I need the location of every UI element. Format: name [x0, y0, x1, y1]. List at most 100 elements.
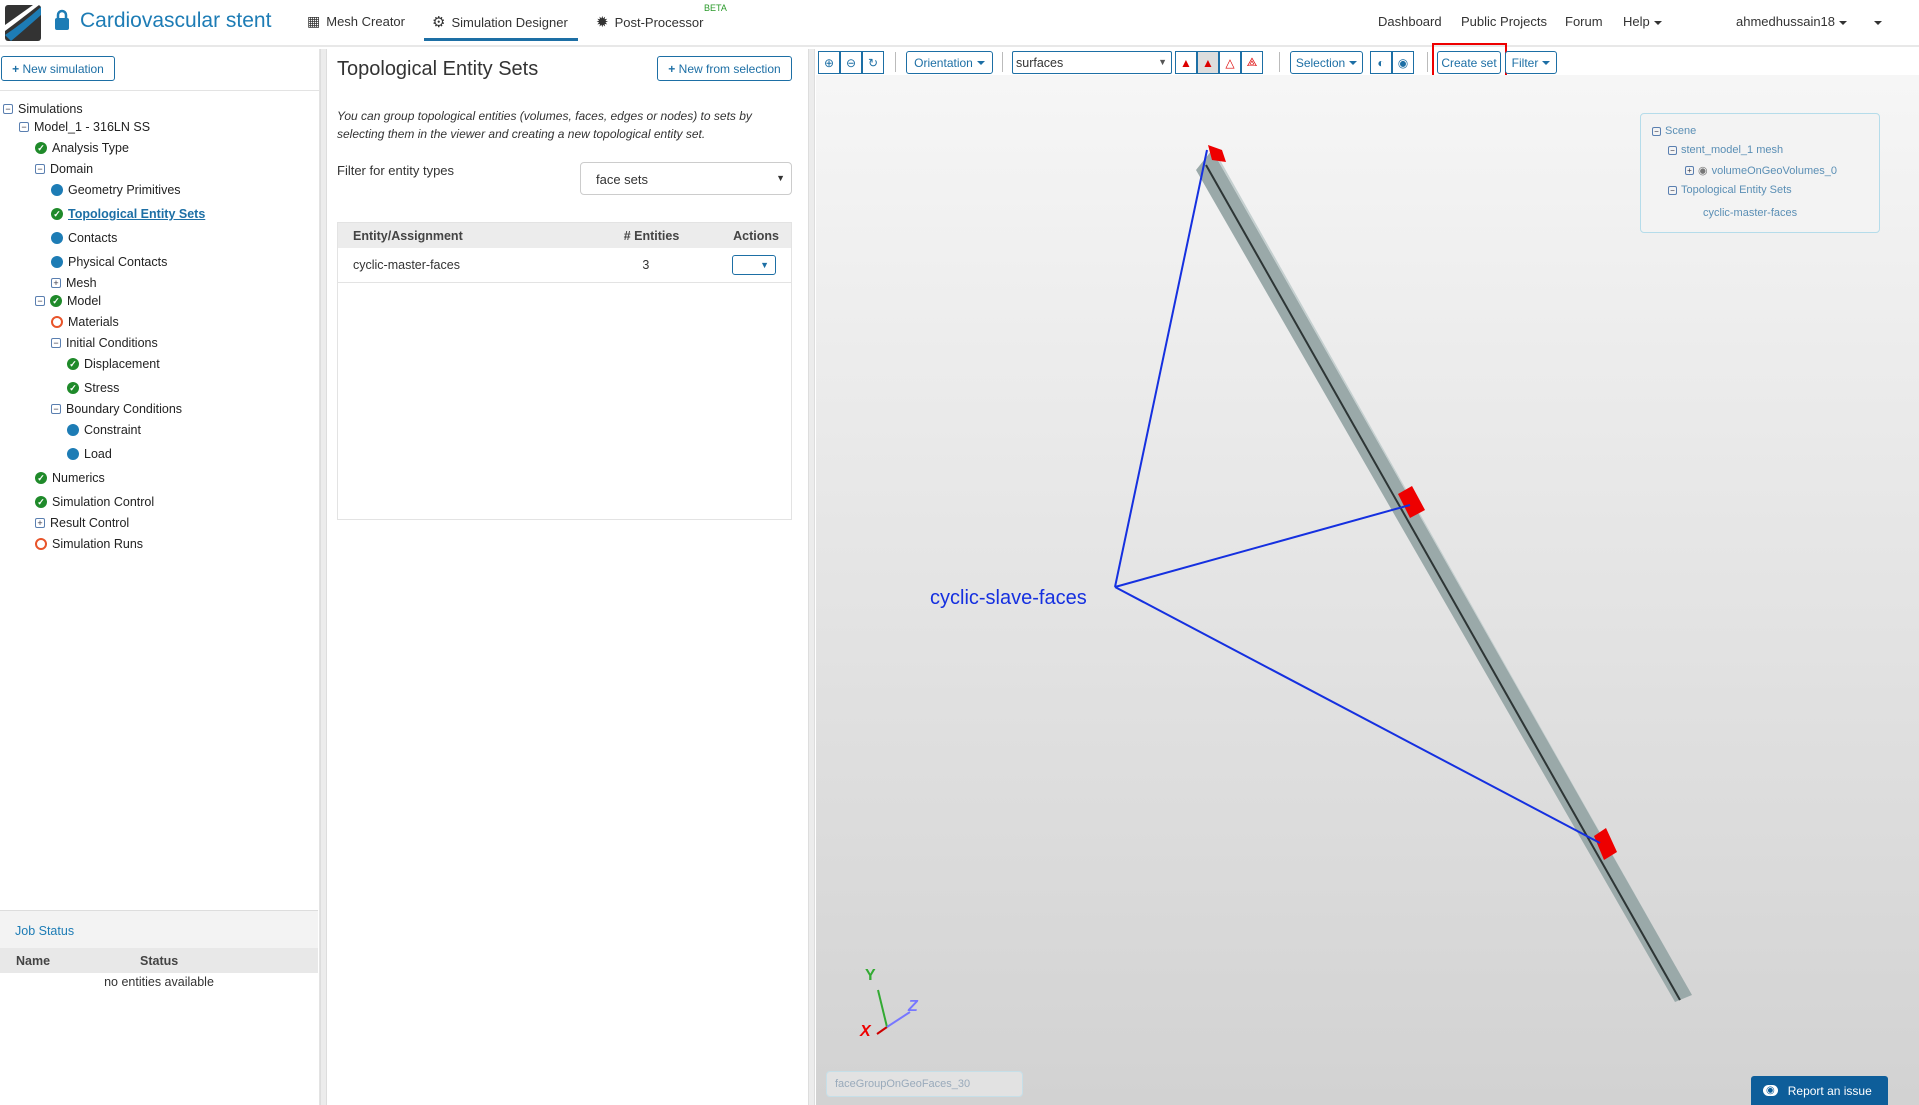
extra-menu[interactable] — [1870, 14, 1882, 29]
tree-label: Model — [67, 294, 102, 308]
tree-model1[interactable]: − Model_1 - 316LN SS — [19, 120, 150, 134]
set-name-input[interactable]: faceGroupOnGeoFaces_30 — [826, 1071, 1023, 1097]
table-row[interactable]: cyclic-master-faces 3 ▼ — [338, 248, 791, 282]
tree-geometry-primitives[interactable]: Geometry Primitives — [51, 183, 181, 197]
tab-mesh-creator[interactable]: ▦ Mesh Creator — [307, 13, 405, 30]
check-icon: ✓ — [35, 496, 47, 508]
nav-help[interactable]: Help — [1623, 14, 1662, 29]
tree-displacement[interactable]: ✓ Displacement — [67, 357, 160, 371]
transparent-icon[interactable]: ⟁ — [1241, 51, 1263, 74]
tree-label: Mesh — [66, 276, 97, 290]
plus-icon: + — [668, 61, 676, 76]
surface-edges-icon[interactable]: ▲ — [1197, 51, 1219, 74]
user-menu[interactable]: ahmedhussain18 — [1736, 14, 1848, 29]
actions-dropdown[interactable]: ▼ — [732, 254, 776, 275]
gear-icon: ✹ — [596, 14, 609, 31]
project-title[interactable]: Cardiovascular stent — [80, 9, 271, 33]
divider — [1427, 52, 1428, 72]
entity-type-select[interactable]: face sets ▼ — [580, 162, 792, 195]
hide-icon[interactable]: ◐ — [1370, 51, 1392, 74]
collapse-icon: − — [35, 164, 45, 174]
tree-label: Boundary Conditions — [66, 402, 183, 416]
tree-label: Simulation Runs — [52, 537, 144, 551]
wireframe-icon[interactable]: △ — [1219, 51, 1241, 74]
filter-dropdown[interactable]: Filter — [1505, 51, 1557, 74]
tree-initial-conditions[interactable]: − Initial Conditions — [51, 336, 158, 350]
tree-materials[interactable]: Materials — [51, 315, 119, 329]
report-issue-button[interactable]: ◉ Report an issue — [1751, 1076, 1888, 1105]
scene-volume[interactable]: + ◉ volumeOnGeoVolumes_0 — [1685, 164, 1837, 177]
nav-dashboard[interactable]: Dashboard — [1378, 14, 1442, 29]
check-icon: ✓ — [35, 472, 47, 484]
entity-table: Entity/Assignment # Entities Actions cyc… — [337, 222, 792, 520]
scene-mesh[interactable]: − stent_model_1 mesh — [1668, 144, 1783, 156]
solid-surface-icon[interactable]: ▲ — [1175, 51, 1197, 74]
divider — [0, 90, 320, 91]
orientation-dropdown[interactable]: Orientation — [906, 51, 993, 74]
column-entities: # Entities — [623, 228, 680, 243]
tree-result-control[interactable]: + Result Control — [35, 516, 129, 530]
axis-x-label: X — [860, 1023, 871, 1040]
tree-boundary-conditions[interactable]: − Boundary Conditions — [51, 402, 182, 416]
tree-domain[interactable]: − Domain — [35, 162, 93, 176]
selection-dropdown[interactable]: Selection — [1290, 51, 1363, 74]
tree-simulation-control[interactable]: ✓ Simulation Control — [35, 495, 154, 509]
tree-label: Initial Conditions — [66, 336, 158, 350]
tree-simulation-runs[interactable]: Simulation Runs — [35, 537, 143, 551]
zoom-in-icon[interactable]: ⊕ — [818, 51, 840, 74]
tab-label: Mesh Creator — [326, 14, 405, 29]
tree-analysis-type[interactable]: ✓ Analysis Type — [35, 141, 129, 155]
zoom-out-icon[interactable]: ⊖ — [840, 51, 862, 74]
nav-forum[interactable]: Forum — [1565, 14, 1603, 29]
axis-x-line — [876, 1026, 888, 1035]
select-value: surfaces — [1016, 56, 1064, 70]
eye-icon[interactable]: ◉ — [1698, 164, 1708, 177]
tab-simulation-designer[interactable]: ⚙ Simulation Designer — [424, 13, 578, 41]
select-value: face sets — [596, 172, 649, 187]
eye-icon[interactable]: ◉ — [1392, 51, 1414, 74]
camera-icon: ◉ — [1763, 1085, 1778, 1096]
tree-physical-contacts[interactable]: Physical Contacts — [51, 255, 167, 269]
new-simulation-button[interactable]: + New simulation — [1, 56, 115, 81]
incomplete-icon — [51, 316, 63, 328]
tree-label: cyclic-master-faces — [1703, 207, 1798, 219]
tree-label: Displacement — [84, 357, 160, 371]
button-label: Filter — [1511, 55, 1539, 70]
tree-mesh[interactable]: + Mesh — [51, 276, 97, 290]
scene-root[interactable]: − Scene — [1652, 125, 1696, 137]
tree-stress[interactable]: ✓ Stress — [67, 381, 119, 395]
middle-splitter[interactable] — [808, 49, 815, 1105]
left-splitter[interactable] — [320, 49, 327, 1105]
tree-label: stent_model_1 mesh — [1681, 144, 1784, 156]
tree-simulations[interactable]: − Simulations — [3, 102, 83, 116]
reset-view-icon[interactable]: ↻ — [862, 51, 884, 74]
collapse-icon: − — [51, 404, 61, 414]
tree-model[interactable]: − ✓ Model — [35, 294, 101, 308]
zoom-controls: ⊕ ⊖ ↻ — [818, 51, 884, 74]
tree-load[interactable]: Load — [67, 447, 112, 461]
render-mode-select[interactable]: surfaces ▼ — [1012, 51, 1172, 74]
tree-constraint[interactable]: Constraint — [67, 423, 141, 437]
tree-label: Simulations — [18, 102, 83, 116]
app-logo[interactable] — [5, 5, 41, 41]
expand-icon: + — [1685, 166, 1694, 175]
create-set-button[interactable]: Create set — [1437, 51, 1501, 74]
tree-topological-entity-sets[interactable]: ✓ Topological Entity Sets — [51, 207, 205, 221]
column-actions: Actions — [733, 228, 779, 243]
scene-sets[interactable]: − Topological Entity Sets — [1668, 184, 1792, 196]
divider — [1002, 52, 1003, 72]
tree-numerics[interactable]: ✓ Numerics — [35, 471, 105, 485]
annotation-label: cyclic-slave-faces — [930, 587, 1087, 609]
nav-public-projects[interactable]: Public Projects — [1461, 14, 1547, 29]
job-status-header: Name Status — [0, 948, 318, 973]
page-title: Topological Entity Sets — [337, 58, 539, 80]
divider — [1279, 52, 1280, 72]
scene-set-item[interactable]: cyclic-master-faces — [1703, 207, 1797, 219]
tree-label: Numerics — [52, 471, 105, 485]
tab-post-processor[interactable]: ✹ Post-Processor — [596, 13, 703, 31]
entity-count: 3 — [642, 257, 650, 272]
tree-contacts[interactable]: Contacts — [51, 231, 117, 245]
tree-label: Topological Entity Sets — [68, 207, 206, 221]
left-panel: + New simulation − Simulations − Model_1 -… — [0, 49, 320, 1105]
new-from-selection-button[interactable]: + New from selection — [657, 56, 792, 81]
